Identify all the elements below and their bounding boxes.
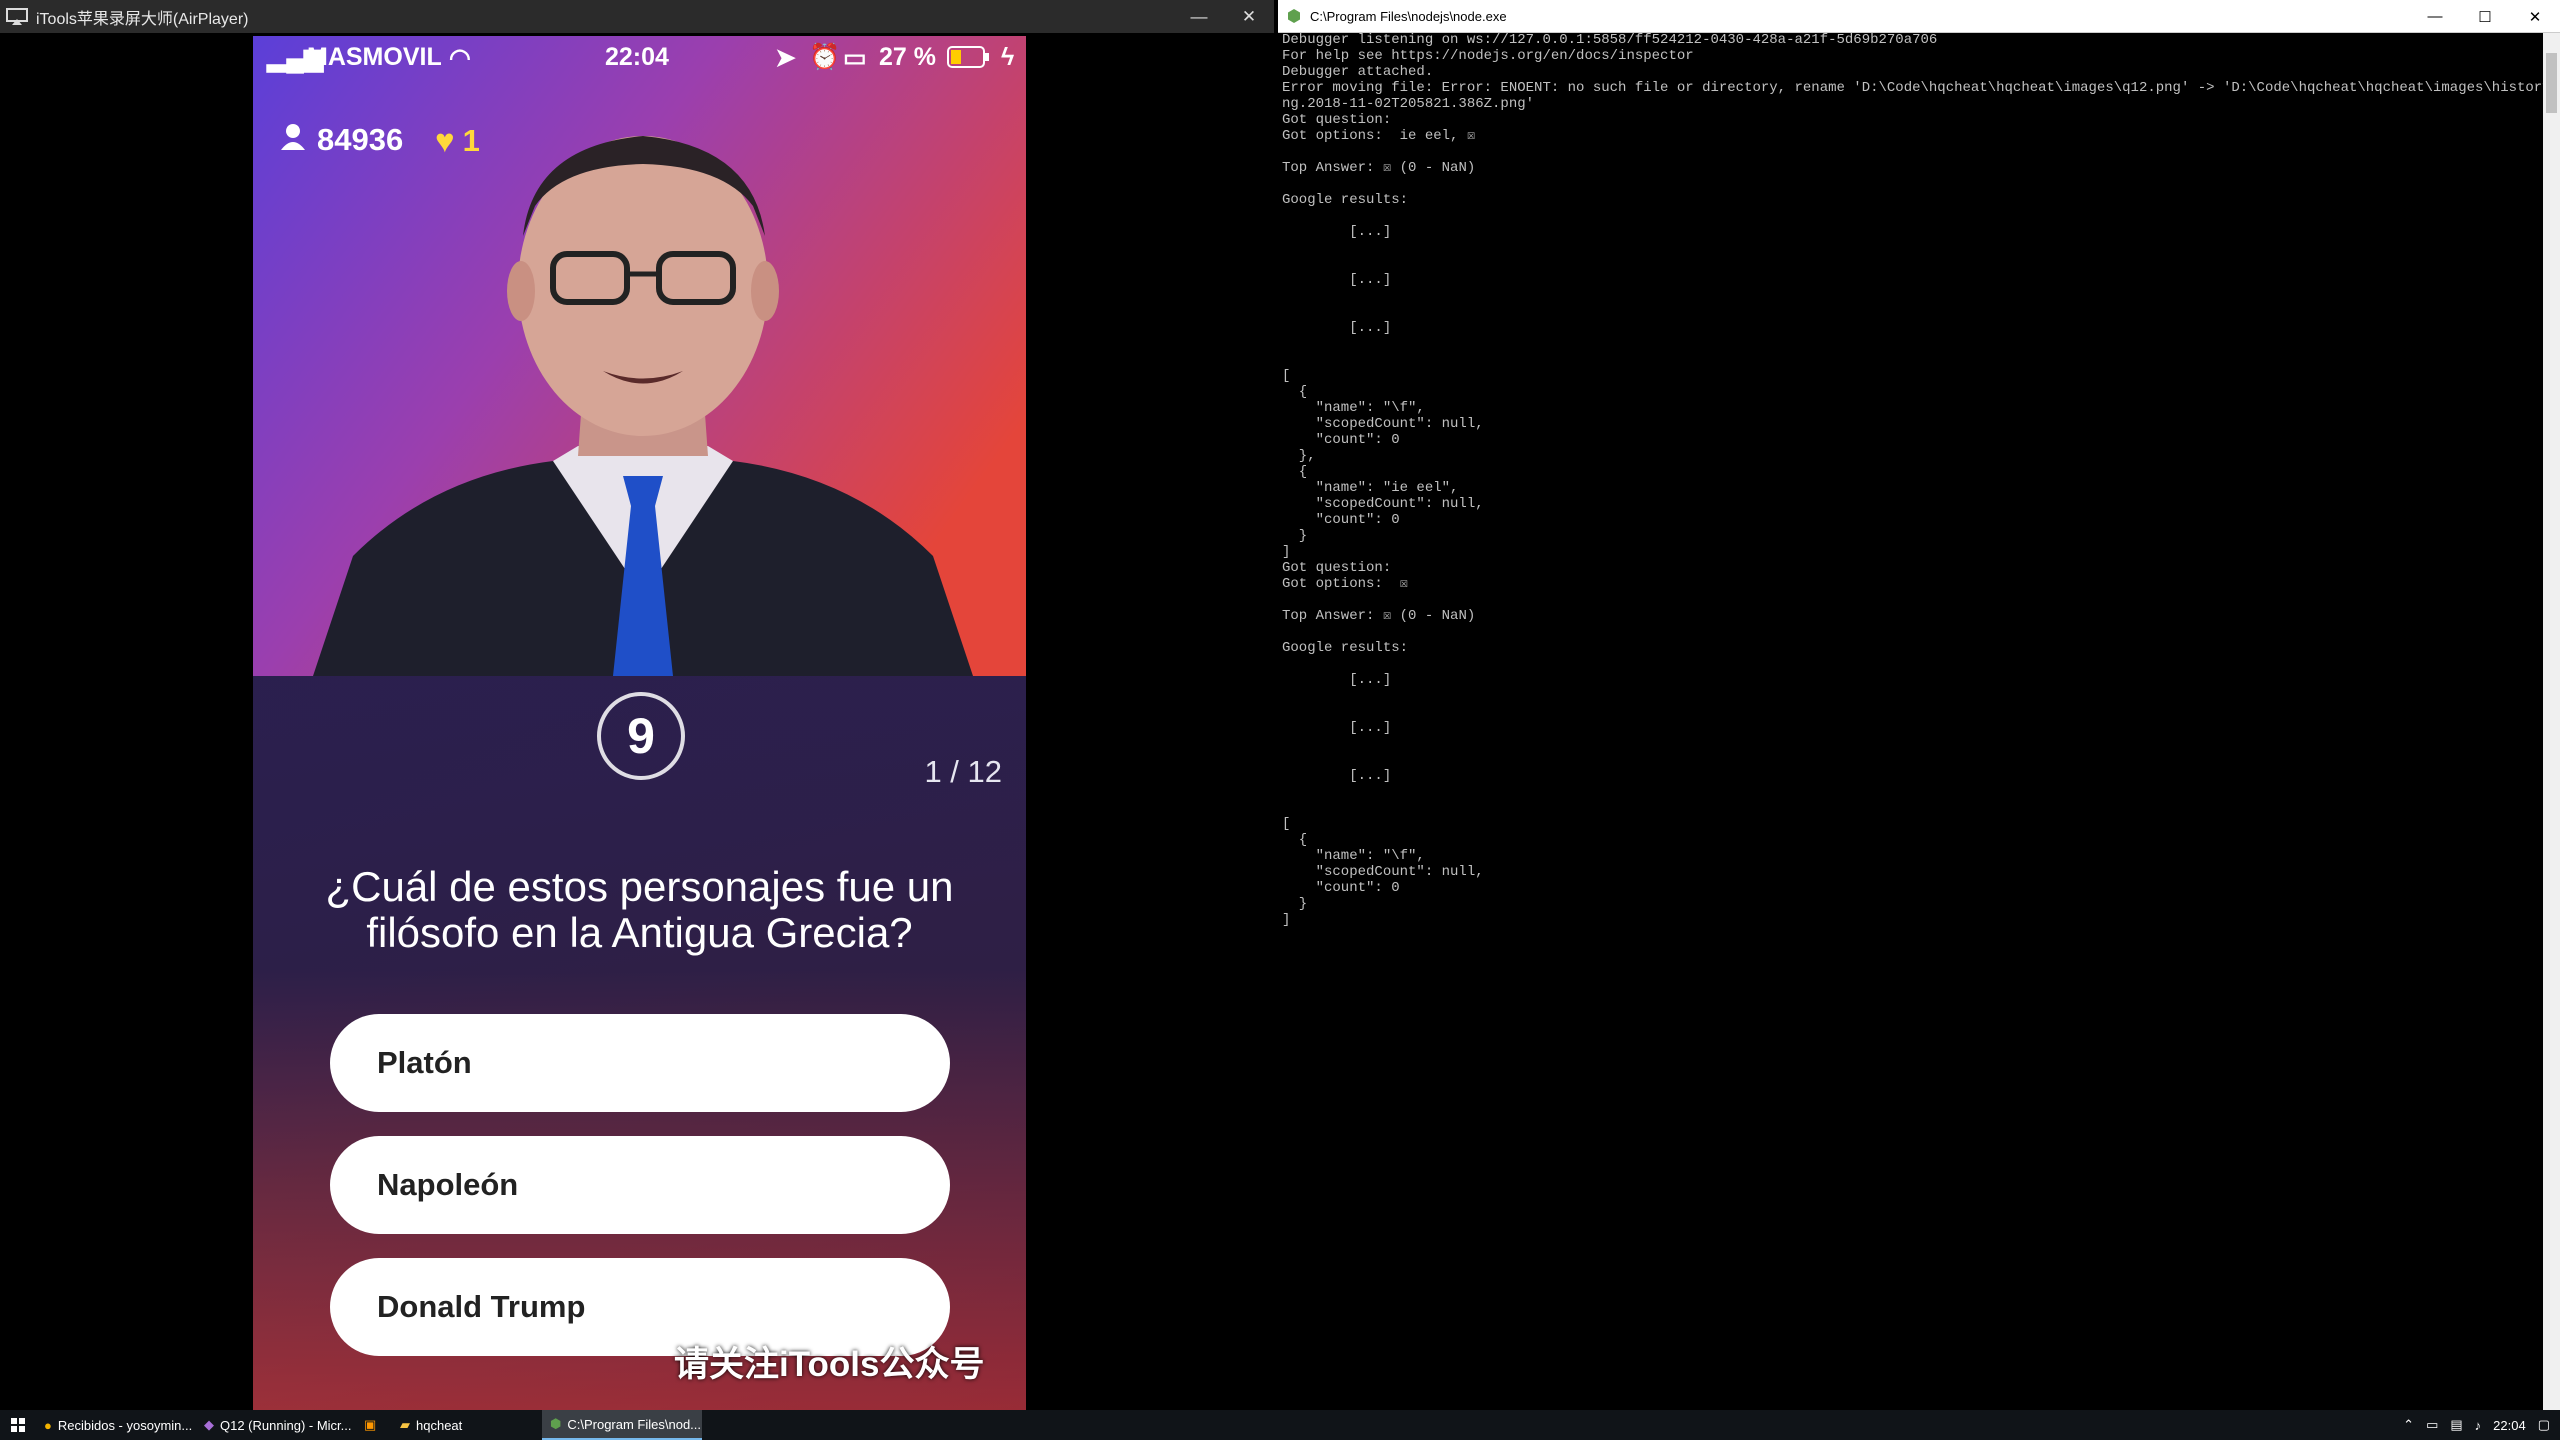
taskbar-item-sublime[interactable]: ▣ <box>356 1410 392 1440</box>
location-icon: ➤ <box>775 44 796 72</box>
nodejs-icon <box>1288 9 1300 23</box>
nodejs-icon: ⬢ <box>550 1416 562 1431</box>
wifi-icon: ◠ <box>449 44 471 72</box>
countdown-timer: 9 <box>597 692 685 780</box>
start-button[interactable] <box>0 1410 36 1440</box>
taskbar-item-label: hqcheat <box>416 1417 463 1433</box>
watermark-text: 请关注iTools公众号 <box>674 1345 985 1384</box>
taskbar-item-label: C:\Program Files\nod... <box>567 1416 702 1432</box>
visual-studio-icon: ◆ <box>204 1417 214 1432</box>
carrier-label: MASMOVIL <box>307 43 442 71</box>
tray-clock[interactable]: 22:04 <box>2493 1418 2526 1433</box>
airplay-icon <box>6 7 28 25</box>
volume-icon[interactable]: ♪ <box>2475 1418 2482 1433</box>
airplay-status-icon: ▭ <box>843 44 867 72</box>
player-count: 84936 <box>279 122 403 158</box>
heart-icon: ♥ <box>435 122 455 159</box>
charging-icon: ϟ <box>1001 43 1015 71</box>
console-output[interactable]: Debugger listening on ws://127.0.0.1:585… <box>1282 32 2560 928</box>
taskbar-item-label: Recibidos - yosoymin... <box>57 1417 193 1433</box>
answer-option-2[interactable]: Napoleón <box>330 1136 950 1234</box>
console-scrollbar[interactable] <box>2543 33 2560 1410</box>
notification-icon[interactable]: ▢ <box>2538 1417 2550 1433</box>
answer-option-1[interactable]: Platón <box>330 1014 950 1112</box>
airplayer-window: iTools苹果录屏大师(AirPlayer) — ✕ ▂▄▆ MASMOVIL… <box>0 0 1274 1410</box>
taskbar-item-chrome[interactable]: ● Recibidos - yosoymin... <box>36 1410 196 1440</box>
user-icon <box>279 122 307 158</box>
minimize-button[interactable]: — <box>1174 0 1224 33</box>
chrome-icon: ● <box>44 1417 52 1433</box>
close-button[interactable]: ✕ <box>2510 0 2560 33</box>
console-title: C:\Program Files\nodejs\node.exe <box>1310 8 1507 24</box>
chevron-up-icon[interactable]: ⌃ <box>2403 1417 2414 1433</box>
tablet-icon[interactable]: ▭ <box>2426 1417 2438 1433</box>
player-count-value: 84936 <box>317 122 404 157</box>
system-tray: ⌃ ▭ ▤ ♪ 22:04 ▢ <box>2403 1410 2560 1440</box>
maximize-button[interactable]: ☐ <box>2460 0 2510 33</box>
taskbar-item-node[interactable]: ⬢ C:\Program Files\nod... <box>542 1410 702 1440</box>
taskbar-item-label: Q12 (Running) - Micr... <box>220 1417 352 1433</box>
taskbar-item-visual-studio[interactable]: ◆ Q12 (Running) - Micr... <box>196 1410 356 1440</box>
network-icon[interactable]: ▤ <box>2450 1417 2462 1433</box>
question-text: ¿Cuál de estos personajes fue un filósof… <box>325 863 954 956</box>
question-counter: 1 / 12 <box>924 754 1002 789</box>
console-titlebar[interactable]: C:\Program Files\nodejs\node.exe — ☐ ✕ <box>1278 0 2560 33</box>
battery-icon <box>947 46 991 75</box>
minimize-button[interactable]: — <box>2410 0 2460 33</box>
console-window: C:\Program Files\nodejs\node.exe — ☐ ✕ D… <box>1278 0 2560 1410</box>
alarm-icon: ⏰ <box>809 43 841 71</box>
battery-percent: 27 % <box>879 43 936 71</box>
windows-taskbar: ● Recibidos - yosoymin... ◆ Q12 (Running… <box>0 1410 2560 1440</box>
taskbar-item-explorer[interactable]: ▰ hqcheat <box>392 1410 542 1440</box>
sublime-icon: ▣ <box>364 1417 377 1432</box>
scrollbar-thumb[interactable] <box>2546 53 2557 113</box>
airplayer-titlebar[interactable]: iTools苹果录屏大师(AirPlayer) — ✕ <box>0 0 1274 33</box>
close-button[interactable]: ✕ <box>1224 0 1274 33</box>
windows-logo-icon <box>11 1418 25 1432</box>
extra-lives: ♥ 1 <box>435 122 480 160</box>
clock-label: 22:04 <box>605 43 669 71</box>
airplayer-title: iTools苹果录屏大师(AirPlayer) <box>36 10 249 28</box>
ios-statusbar: ▂▄▆ MASMOVIL ◠ 22:04 ➤ ⏰ ▭ 27 % ϟ <box>253 36 1026 76</box>
extra-lives-value: 1 <box>462 123 480 158</box>
folder-icon: ▰ <box>400 1417 410 1432</box>
phone-screen: ▂▄▆ MASMOVIL ◠ 22:04 ➤ ⏰ ▭ 27 % ϟ 84936 … <box>253 36 1026 1410</box>
